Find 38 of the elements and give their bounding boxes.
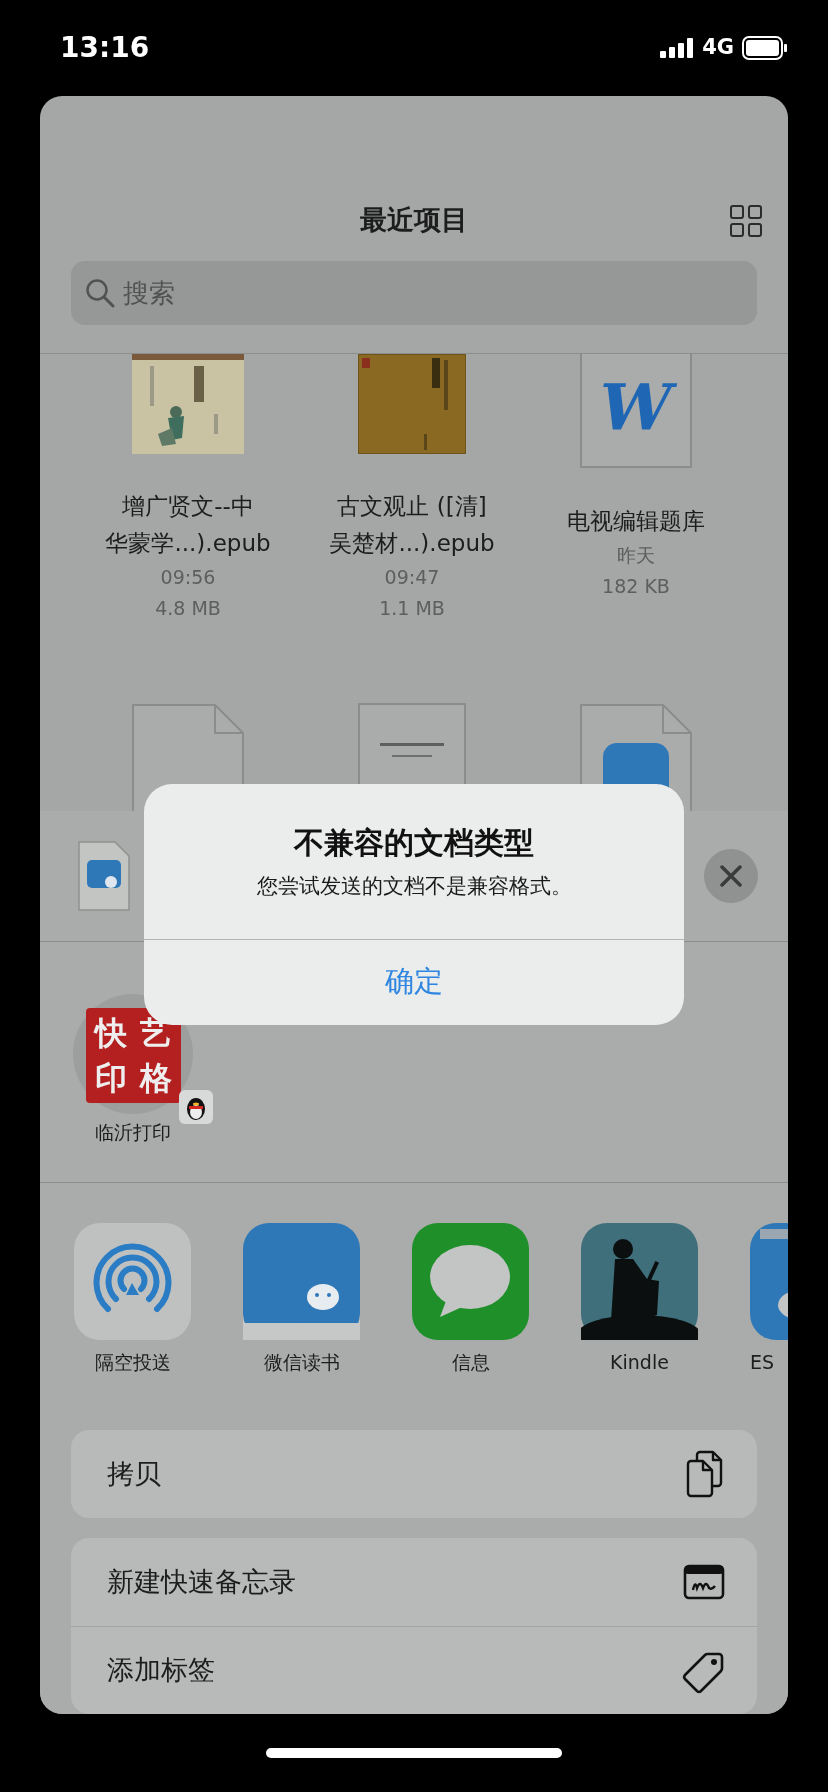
file-name[interactable]: 古文观止 ([清] bbox=[337, 488, 487, 526]
file-name[interactable]: 吴楚材...).epub bbox=[329, 525, 495, 563]
action-label[interactable]: 添加标签 bbox=[107, 1650, 215, 1691]
app-label[interactable]: Kindle bbox=[610, 1347, 669, 1376]
file-name[interactable]: 华蒙学...).epub bbox=[105, 525, 271, 563]
file-name[interactable]: 增广贤文--中 bbox=[122, 488, 254, 526]
app-label[interactable]: 信息 bbox=[451, 1347, 490, 1376]
app-label[interactable]: 微信读书 bbox=[263, 1347, 340, 1376]
word-letter-icon: W bbox=[596, 376, 676, 441]
file-date: 昨天 bbox=[617, 543, 655, 569]
app-label[interactable]: 隔空投送 bbox=[94, 1347, 171, 1376]
app-label[interactable]: ES bbox=[750, 1347, 775, 1376]
book-chat-icon[interactable] bbox=[243, 1222, 360, 1340]
note-icon[interactable] bbox=[683, 1564, 725, 1600]
file-size: 1.1 MB bbox=[379, 596, 445, 622]
action-label[interactable]: 拷贝 bbox=[107, 1453, 161, 1495]
file-name[interactable]: 电视编辑题库 bbox=[567, 503, 705, 541]
alert-title: 不兼容的文档类型 bbox=[292, 824, 535, 862]
sheet-title: 最近项目 bbox=[360, 203, 468, 238]
file-size: 182 KB bbox=[602, 574, 670, 600]
close-button[interactable] bbox=[704, 848, 758, 903]
file-date: 09:47 bbox=[384, 565, 440, 591]
close-icon bbox=[720, 864, 742, 887]
file-size: 4.8 MB bbox=[155, 596, 221, 622]
share-target-label[interactable]: 临沂打印 bbox=[95, 1117, 171, 1146]
action-label[interactable]: 新建快速备忘录 bbox=[107, 1561, 296, 1603]
document-icon bbox=[77, 839, 131, 912]
penguin-icon bbox=[179, 1089, 213, 1124]
file-date: 09:56 bbox=[160, 565, 216, 591]
search-field[interactable]: 搜索 bbox=[71, 261, 757, 326]
status-time: 13:16 bbox=[60, 30, 150, 66]
network-type: 4G bbox=[702, 34, 734, 62]
signal-icon bbox=[660, 38, 695, 58]
battery-icon bbox=[742, 36, 788, 60]
reader-icon[interactable] bbox=[581, 1222, 698, 1340]
grid-view-icon[interactable] bbox=[730, 204, 762, 237]
alert-message: 您尝试发送的文档不是兼容格式。 bbox=[255, 873, 573, 900]
search-icon bbox=[85, 278, 115, 309]
